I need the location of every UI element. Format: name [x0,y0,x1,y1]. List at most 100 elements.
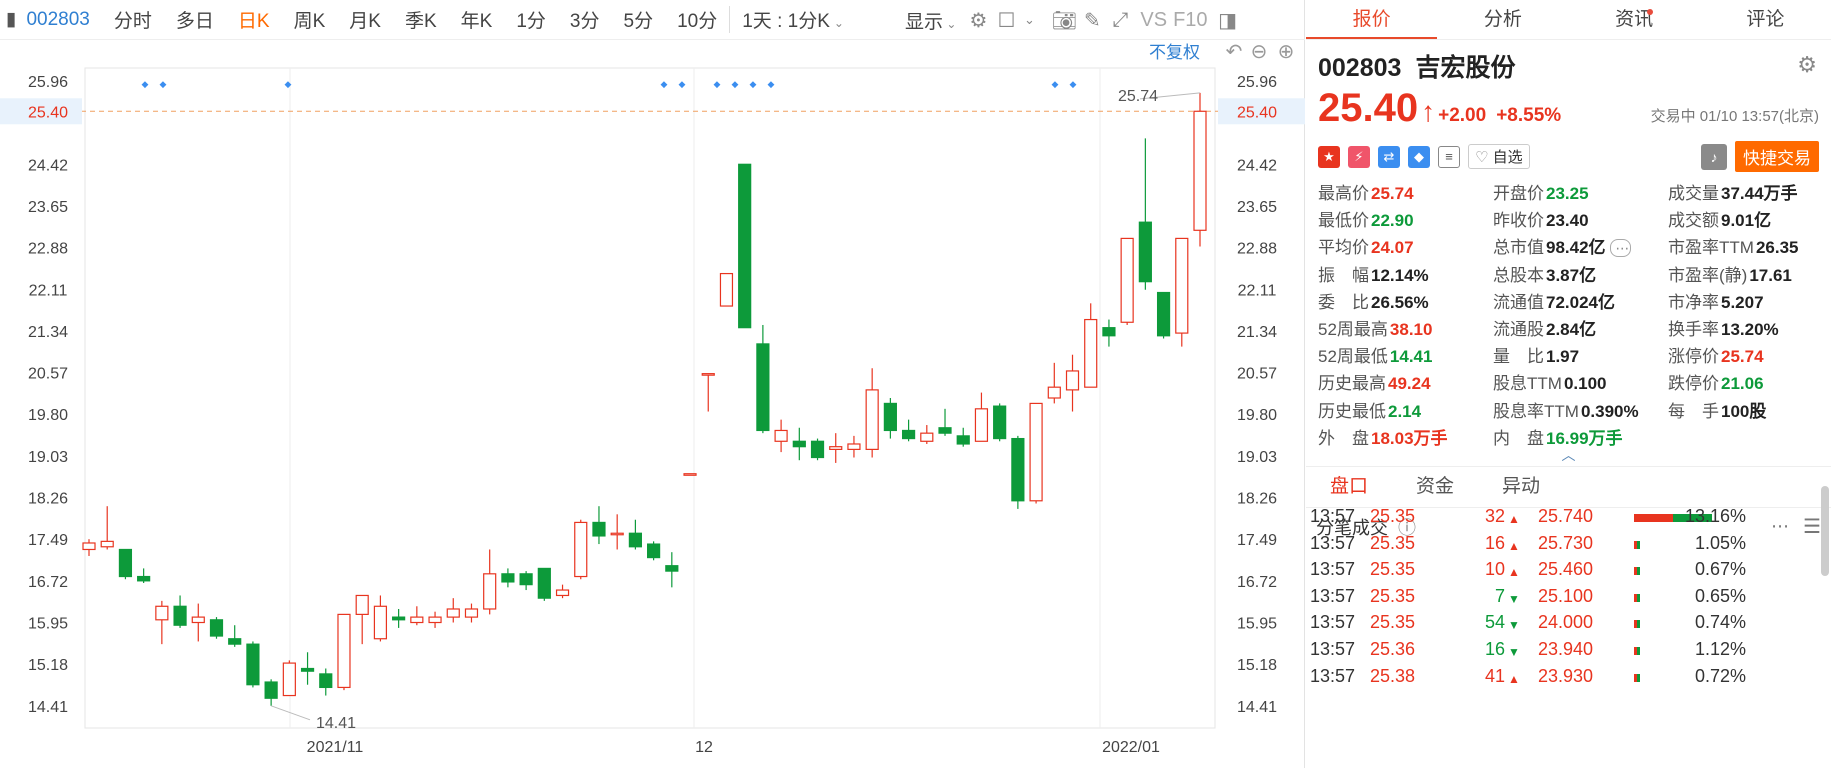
candle-body-up[interactable] [1047,386,1061,399]
candle-body-down[interactable] [993,405,1007,440]
fullscreen-icon[interactable]: ⤢ [1106,9,1134,32]
candle-body-up[interactable] [464,608,479,618]
period-tab-5[interactable]: 季K [393,6,449,33]
zoom-out-icon[interactable]: ⊖ [1251,41,1268,63]
candle-body-down[interactable] [319,673,333,689]
shuffle-icon[interactable]: ⇄ [1378,145,1400,168]
candle-body-up[interactable] [410,616,424,624]
candle-body-up[interactable] [829,446,843,450]
sub-tab-1[interactable]: 资金 [1392,467,1478,507]
candle-body-up[interactable] [1029,402,1043,502]
candle-body-up[interactable] [683,473,697,476]
candle-body-up[interactable] [428,616,442,624]
period-tab-3[interactable]: 周K [282,6,338,33]
candle-body-up[interactable] [191,616,205,624]
settings-gear-icon[interactable]: ⚙ [1797,52,1817,78]
candle-body-up[interactable] [483,573,497,610]
candle-body-down[interactable] [647,543,661,559]
candle-body-down[interactable] [1102,327,1116,337]
candle-body-down[interactable] [137,575,151,582]
period-tab-6[interactable]: 年K [449,6,505,33]
candle-body-up[interactable] [1084,318,1098,388]
candle-body-down[interactable] [519,573,533,586]
panel-toggle-icon[interactable]: ◨ [1214,8,1242,33]
zoom-in-icon[interactable]: ⊕ [1278,41,1295,63]
candle-body-up[interactable] [610,532,624,536]
quick-trade-button[interactable]: 快捷交易 [1735,141,1819,172]
candle-body-down[interactable] [264,681,278,699]
candle-body-up[interactable] [974,408,989,442]
period-tab-10[interactable]: 10分 [665,6,729,33]
tag-icon[interactable]: ◆ [1408,145,1430,168]
f10-button[interactable]: F10 [1173,9,1207,32]
quote-tab-0[interactable]: 报价 [1306,0,1438,39]
bell-icon[interactable]: ♪ [1701,143,1727,170]
candle-body-up[interactable] [337,613,351,689]
period-tab-2[interactable]: 日K [226,6,282,33]
candle-body-up[interactable] [155,605,169,621]
expand-chevron-icon[interactable]: ︿ [1306,448,1831,464]
notes-icon[interactable]: ≡ [1438,145,1460,168]
candle-body-down[interactable] [810,440,825,459]
add-favorite-button[interactable]: ♡ 自选 [1468,144,1530,169]
quote-tab-1[interactable]: 分析 [1437,0,1568,39]
period-tab-1[interactable]: 多日 [164,6,226,33]
ticks-scrollbar[interactable] [1821,486,1829,576]
candle-body-down[interactable] [228,638,242,645]
candle-body-down[interactable] [537,567,551,599]
candle-body-down[interactable] [1138,221,1152,283]
display-dropdown[interactable]: 显示 ⌄ [905,7,956,34]
candle-body-down[interactable] [883,402,897,432]
candle-body-down[interactable] [956,435,970,445]
candle-body-up[interactable] [719,272,734,307]
sub-tab-0[interactable]: 盘口 [1306,467,1392,507]
pencil-icon[interactable]: ✎ [1078,8,1106,33]
candle-body-down[interactable] [938,427,952,434]
sub-tab-2[interactable]: 异动 [1478,467,1564,507]
candle-body-up[interactable] [82,542,96,551]
period-tab-8[interactable]: 3分 [558,6,612,33]
vs-button[interactable]: VS [1140,9,1167,32]
candle-body-up[interactable] [282,662,296,697]
period-tab-0[interactable]: 分时 [102,6,164,33]
candle-body-up[interactable] [1065,370,1080,391]
camera-icon[interactable]: 📷︎ [1050,8,1078,33]
sidebar-toggle-icon[interactable]: ▮ [0,8,22,31]
period-tab-11[interactable]: 1天 : 1分K ⌄ [729,6,856,33]
candle-body-down[interactable] [738,163,752,329]
quote-tab-2[interactable]: 资讯 [1569,0,1700,39]
candle-body-up[interactable] [847,443,861,450]
gear-icon[interactable]: ⚙ [964,8,992,33]
candle-body-down[interactable] [173,605,187,626]
candle-body-down[interactable] [792,440,806,448]
candle-body-up[interactable] [574,521,588,578]
candle-body-up[interactable] [446,608,460,618]
candle-body-down[interactable] [392,616,406,621]
period-tab-4[interactable]: 月K [337,6,393,33]
candle-body-up[interactable] [701,373,715,376]
candlestick-chart[interactable]: 25.96 25.96 24.42 24.42 23.65 23.65 22.88 22.88… [0,40,1305,768]
candle-body-up[interactable] [865,389,879,450]
candle-body-up[interactable] [774,429,788,442]
candle-body-up[interactable] [1120,237,1134,323]
candle-body-up[interactable] [555,589,570,597]
square-icon[interactable]: ☐ [992,8,1020,33]
candle-body-down[interactable] [209,619,224,637]
quote-tab-3[interactable]: 评论 [1700,0,1831,39]
candle-body-down[interactable] [1011,437,1025,502]
candle-body-down[interactable] [300,667,315,672]
candle-body-down[interactable] [592,521,606,537]
undo-icon[interactable]: ↶ [1226,41,1243,63]
chevron-down-icon[interactable]: ⌄ [1020,12,1038,28]
candle-body-up[interactable] [373,605,388,640]
candle-body-up[interactable] [920,432,934,442]
more-icon[interactable]: ⋯ [1609,239,1632,258]
candle-body-down[interactable] [901,429,916,440]
period-tab-9[interactable]: 5分 [612,6,666,33]
stock-code-link[interactable]: 002803 [22,9,101,31]
lightning-icon[interactable]: ⚡︎ [1348,145,1370,168]
candle-body-up[interactable] [355,594,369,615]
candle-body-up[interactable] [100,540,114,548]
candle-body-down[interactable] [118,548,133,578]
period-tab-7[interactable]: 1分 [504,6,558,33]
